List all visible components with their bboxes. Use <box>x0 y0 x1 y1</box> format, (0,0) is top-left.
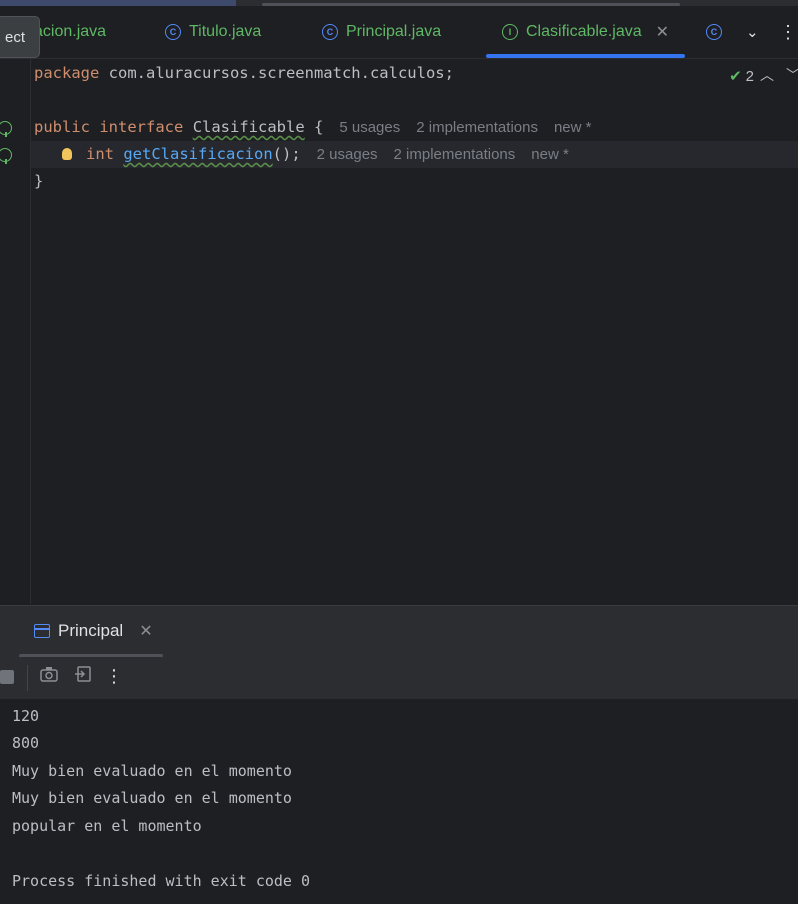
tab-clasificable[interactable]: I Clasificable.java ✕ <box>486 6 686 58</box>
previous-highlight-button[interactable]: ︿ <box>760 65 774 85</box>
tab-label: Principal.java <box>346 23 442 40</box>
code-text: (); <box>272 145 301 163</box>
method-name: getClasificacion <box>123 145 273 163</box>
run-tab-label: Principal <box>58 621 124 640</box>
console-output[interactable]: 120 800 Muy bien evaluado en el momento … <box>0 700 798 904</box>
run-toolbar: ⋮ <box>0 657 798 700</box>
tab-list-button[interactable]: ⌄ <box>746 6 759 58</box>
toolbar-divider <box>27 665 28 691</box>
console-line: popular en el momento <box>12 817 202 835</box>
stop-icon[interactable] <box>0 670 14 684</box>
interface-icon: I <box>502 24 518 40</box>
keyword: int <box>86 145 114 163</box>
console-line: Muy bien evaluado en el momento <box>12 789 292 807</box>
author-hint[interactable]: new * <box>554 119 592 136</box>
active-tab-indicator <box>486 54 686 58</box>
implementations-hint[interactable]: 2 implementations <box>394 146 516 163</box>
editor-tab-bar: acion.java C Titulo.java C Principal.jav… <box>0 6 798 59</box>
class-icon: C <box>165 24 181 40</box>
implemented-gutter-icon[interactable] <box>0 121 12 137</box>
close-icon[interactable]: ✕ <box>139 621 152 641</box>
tab-label: acion.java <box>34 23 107 40</box>
usages-hint[interactable]: 2 usages <box>317 146 378 163</box>
run-window-icon <box>34 624 50 638</box>
keyword: interface <box>99 118 184 136</box>
package-name: com.aluracursos.screenmatch.calculos; <box>99 64 454 82</box>
chevron-down-icon: ⌄ <box>746 24 759 41</box>
more-tabs-button[interactable]: ⋮ <box>779 6 797 58</box>
class-icon: C <box>706 24 722 40</box>
lightbulb-icon[interactable] <box>62 148 72 160</box>
project-tooltip-label: ect <box>4 28 25 46</box>
check-icon: ✔ <box>729 68 742 85</box>
camera-icon[interactable] <box>37 665 61 689</box>
author-hint[interactable]: new * <box>531 146 569 163</box>
code-line-4: int getClasificacion(); 2 usages 2 impleme… <box>31 141 798 168</box>
implementations-hint[interactable]: 2 implementations <box>416 119 538 136</box>
interface-name: Clasificable <box>192 118 305 136</box>
more-vertical-icon: ⋮ <box>779 21 797 42</box>
next-highlight-button[interactable]: ﹀ <box>786 65 798 85</box>
code-text: { <box>304 118 324 136</box>
keyword: public <box>34 118 90 136</box>
code-line-1: package com.aluracursos.screenmatch.calc… <box>34 60 454 87</box>
console-line: 800 <box>12 734 40 752</box>
exit-icon[interactable] <box>71 665 95 689</box>
code-editor[interactable]: package com.aluracursos.screenmatch.calc… <box>0 59 798 604</box>
runnable-class-icon: C <box>322 24 338 40</box>
tab-calificacion[interactable]: acion.java <box>34 6 106 58</box>
tab-principal[interactable]: C Principal.java <box>322 6 441 58</box>
tab-overflow-class[interactable]: C <box>706 6 730 58</box>
code-text: } <box>34 172 44 190</box>
implemented-gutter-icon[interactable] <box>0 148 12 164</box>
close-icon[interactable]: ✕ <box>656 22 669 42</box>
project-tooltip[interactable]: ect <box>0 16 40 58</box>
more-vertical-icon[interactable]: ⋮ <box>102 665 126 689</box>
inspection-widget[interactable]: ✔ 2 <box>729 67 754 85</box>
console-line: Process finished with exit code 0 <box>12 872 311 890</box>
run-panel-header: Principal ✕ <box>0 605 798 658</box>
code-line-3: public interface Clasificable {5 usages 2… <box>34 114 592 141</box>
run-tab-principal[interactable]: Principal ✕ <box>34 606 153 656</box>
tab-titulo[interactable]: C Titulo.java <box>165 6 261 58</box>
tab-label: Titulo.java <box>189 23 262 40</box>
console-line: 120 <box>12 707 40 725</box>
console-line: Muy bien evaluado en el momento <box>12 762 292 780</box>
code-line-5: } <box>34 168 43 195</box>
inspection-count: 2 <box>745 68 754 85</box>
tab-label: Clasificable.java <box>526 23 642 40</box>
keyword: package <box>34 64 100 82</box>
usages-hint[interactable]: 5 usages <box>339 119 400 136</box>
